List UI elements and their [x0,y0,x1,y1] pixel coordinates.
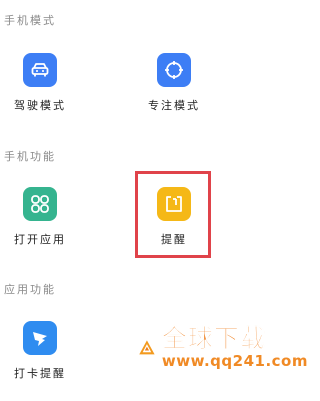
section-title-phone-mode: 手机模式 [4,14,56,27]
target-icon [157,53,191,87]
highlight-box [135,171,211,258]
open-app-label: 打开应用 [14,233,66,246]
section-title-phone-function: 手机功能 [4,150,56,163]
watermark: 全球下载 www.qq241.com [138,320,308,375]
driving-mode-tile[interactable]: 驾驶模式 [0,53,90,133]
driving-mode-label: 驾驶模式 [14,99,66,112]
focus-mode-tile[interactable]: 专注模式 [124,53,224,133]
watermark-url: www.qq241.com [161,351,308,370]
focus-mode-label: 专注模式 [148,99,200,112]
grid-icon [23,187,57,221]
car-icon [23,53,57,87]
dingtalk-icon [23,321,57,355]
open-app-tile[interactable]: 打开应用 [0,187,90,267]
check-in-tile[interactable]: 打卡提醒 [0,321,90,401]
section-title-app-function: 应用功能 [4,283,56,296]
watermark-title: 全球下载 [161,323,266,353]
check-in-label: 打卡提醒 [14,367,66,380]
watermark-logo-icon [139,339,155,354]
